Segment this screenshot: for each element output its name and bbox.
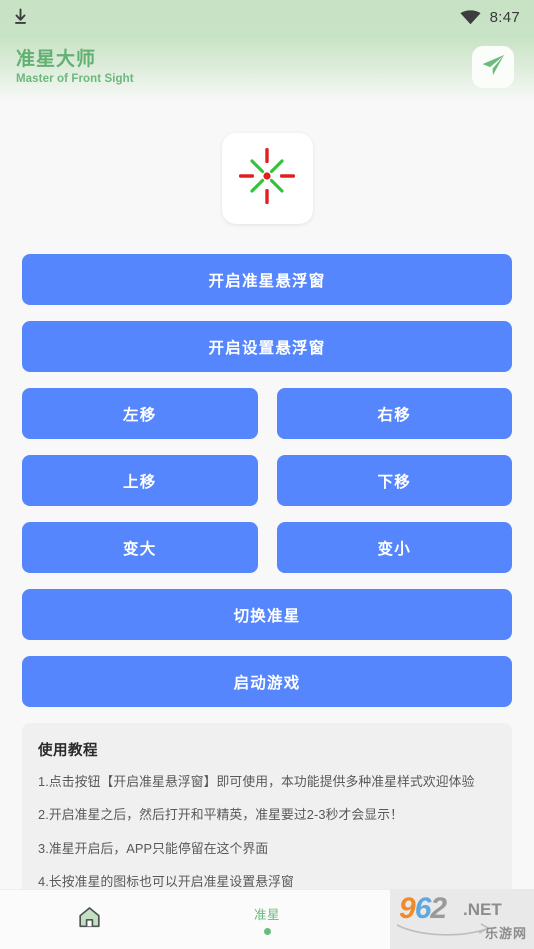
tutorial-line-3: 3.准星开启后，APP只能停留在这个界面 — [38, 840, 269, 856]
enable-crosshair-overlay-button[interactable]: 开启准星悬浮窗 — [22, 254, 512, 305]
watermark-net: .NET — [463, 900, 502, 919]
switch-crosshair-button[interactable]: 切换准星 — [22, 589, 512, 640]
tutorial-card: 使用教程 1.点击按钮【开启准星悬浮窗】即可使用，本功能提供多种准星样式欢迎体验… — [22, 723, 512, 909]
status-bar: 8:47 — [0, 0, 534, 34]
nav-crosshair[interactable]: 准星 — [178, 890, 356, 949]
site-watermark: 962 .NET 乐游网 — [390, 889, 534, 949]
app-logo-card — [221, 133, 313, 224]
header-titles: 准星大师 Master of Front Sight — [16, 49, 134, 85]
app-subtitle: Master of Front Sight — [16, 72, 134, 85]
primary-actions: 开启准星悬浮窗 — [22, 254, 512, 305]
nav-crosshair-label: 准星 — [253, 908, 280, 922]
wifi-icon — [460, 9, 481, 25]
app-header: 准星大师 Master of Front Sight — [0, 34, 534, 100]
launch-game-button[interactable]: 启动游戏 — [22, 656, 512, 707]
tutorial-line-4: 4.长按准星的图标也可以开启准星设置悬浮窗 — [38, 873, 294, 889]
primary-actions-2: 开启设置悬浮窗 — [22, 321, 512, 372]
secondary-actions-2: 启动游戏 — [22, 656, 512, 707]
watermark-962: 962 — [399, 892, 447, 925]
home-icon — [77, 905, 102, 935]
share-button[interactable] — [472, 46, 514, 88]
tutorial-line-2: 2.开启准星之后，然后打开和平精英，准星要过2-3秒才会显示！ — [38, 807, 403, 823]
app-logo-container — [22, 100, 512, 254]
watermark-digit-6: 6 — [414, 892, 432, 925]
download-icon — [12, 8, 29, 27]
nav-active-dot — [263, 928, 271, 935]
secondary-actions: 切换准星 — [22, 589, 512, 640]
status-bar-clock: 8:47 — [489, 8, 520, 26]
enable-settings-overlay-button[interactable]: 开启设置悬浮窗 — [22, 321, 512, 372]
watermark-inner: 962 .NET 乐游网 — [393, 892, 531, 946]
watermark-digit-2: 2 — [430, 892, 447, 925]
status-bar-left — [12, 8, 29, 27]
crosshair-icon — [232, 141, 302, 216]
move-up-button[interactable]: 上移 — [22, 455, 258, 506]
paper-plane-icon — [480, 52, 506, 83]
watermark-cn: 乐游网 — [484, 926, 527, 941]
app-title: 准星大师 — [16, 49, 97, 71]
main-content: 开启准星悬浮窗 开启设置悬浮窗 左移 右移 上移 下移 变大 变小 切换准星 启… — [0, 100, 534, 909]
size-decrease-button[interactable]: 变小 — [276, 522, 512, 573]
tutorial-line-1: 1.点击按钮【开启准星悬浮窗】即可使用，本功能提供多种准星样式欢迎体验 — [38, 774, 475, 789]
tutorial-title: 使用教程 — [38, 743, 98, 759]
movement-size-grid: 左移 右移 上移 下移 变大 变小 — [22, 388, 512, 573]
status-bar-right: 8:47 — [460, 9, 520, 26]
move-right-button[interactable]: 右移 — [276, 388, 512, 439]
watermark-digit-9: 9 — [399, 892, 416, 925]
move-down-button[interactable]: 下移 — [276, 455, 512, 506]
nav-home[interactable] — [0, 890, 178, 949]
move-left-button[interactable]: 左移 — [22, 388, 258, 439]
size-increase-button[interactable]: 变大 — [22, 522, 258, 573]
